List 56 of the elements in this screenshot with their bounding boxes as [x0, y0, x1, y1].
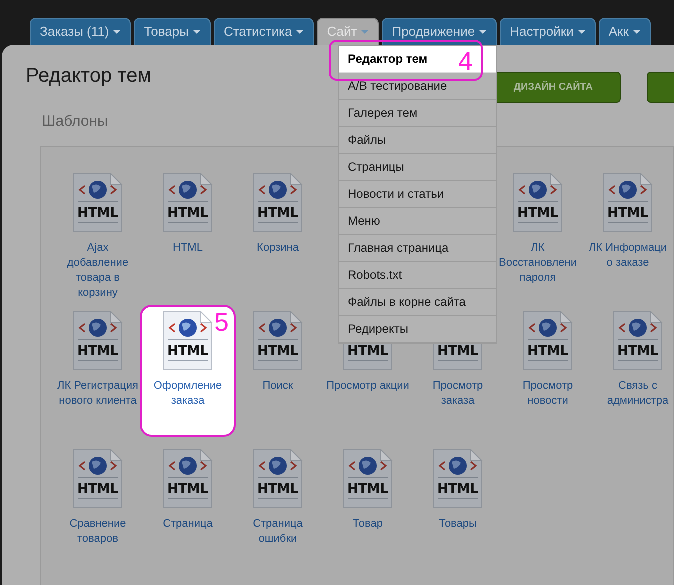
template-name[interactable]: Товары — [412, 517, 504, 532]
template-name[interactable]: Просмотр акции — [322, 379, 414, 394]
html-file-icon: HTML — [343, 449, 393, 509]
menu-item[interactable]: Редиректы — [339, 316, 496, 343]
html-file-icon: HTML — [253, 449, 303, 509]
section-title: Шаблоны — [42, 112, 108, 132]
html-file-icon: HTML — [603, 173, 653, 233]
nav-tab[interactable]: Акк — [598, 18, 651, 45]
template-name[interactable]: Корзина — [232, 241, 324, 256]
nav-tab[interactable]: Настройки — [500, 18, 596, 45]
page-title: Редактор тем — [26, 64, 152, 89]
caret-icon — [578, 30, 586, 34]
caret-icon — [479, 30, 488, 34]
nav-tab[interactable]: Статистика — [214, 18, 314, 45]
template-name: Оформление заказа — [152, 379, 224, 409]
template-name[interactable]: Ajax добавление товара в корзину — [52, 241, 144, 301]
html-file-icon: HTML — [163, 173, 213, 233]
callout-number: 5 — [214, 309, 229, 335]
html-file-icon: HTML — [433, 449, 483, 509]
template-name[interactable]: Товар — [322, 517, 414, 532]
menu-item[interactable]: Страницы — [339, 154, 496, 181]
caret-icon — [113, 30, 122, 34]
html-file-icon: HTML — [73, 173, 123, 233]
nav-tab[interactable]: Товары — [134, 18, 211, 45]
menu-item[interactable]: Новости и статьи — [339, 181, 496, 208]
template-name[interactable]: Страница ошибки — [232, 517, 324, 547]
caret-icon — [361, 30, 370, 34]
html-file-icon: HTML — [523, 311, 573, 371]
template-name[interactable]: Связь с администра — [592, 379, 674, 409]
html-file-icon: HTML — [513, 173, 563, 233]
template-name[interactable]: Сравнение товаров — [52, 517, 144, 547]
menu-item[interactable]: A/B тестирование — [339, 73, 496, 100]
caret-icon — [296, 30, 304, 34]
caret-icon — [632, 30, 641, 34]
menu-item[interactable]: Файлы в корне сайта — [339, 289, 496, 316]
menu-item[interactable]: Файлы — [339, 127, 496, 154]
html-file-icon: HTML — [163, 311, 213, 371]
menu-item[interactable]: Robots.txt — [339, 262, 496, 289]
caret-icon — [192, 30, 201, 34]
nav-tab[interactable]: Заказы (11) — [30, 18, 132, 45]
html-file-icon: HTML — [253, 311, 303, 371]
html-file-icon: HTML — [613, 311, 663, 371]
nav-tab[interactable]: Продвижение — [382, 18, 498, 45]
menu-item[interactable]: Меню — [339, 208, 496, 235]
template-name[interactable]: Страница — [142, 517, 234, 532]
html-file-icon: HTML — [73, 311, 123, 371]
template-name[interactable]: Просмотр заказа — [412, 379, 504, 409]
template-name[interactable]: Просмотр новости — [502, 379, 594, 409]
menu-item[interactable]: Главная страница — [339, 235, 496, 262]
html-file-icon: HTML — [253, 173, 303, 233]
template-name[interactable]: ЛК Информаци о заказе — [582, 241, 674, 271]
menu-item[interactable]: Галерея тем — [339, 100, 496, 127]
callout-number: 4 — [458, 48, 473, 74]
html-file-icon: HTML — [73, 449, 123, 509]
template-name[interactable]: HTML — [142, 241, 234, 256]
html-file-icon: HTML — [163, 449, 213, 509]
